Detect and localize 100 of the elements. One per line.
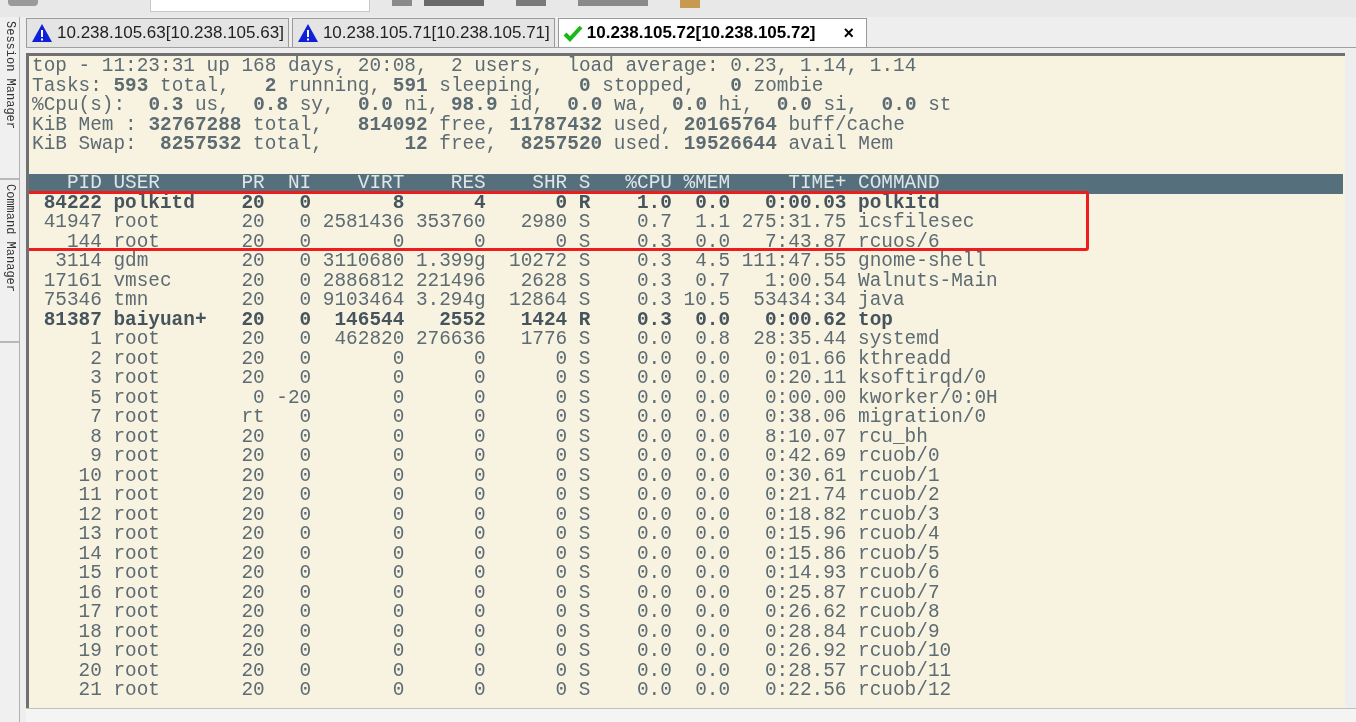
- table-cell-text: root: [113, 583, 161, 603]
- table-cell-text: 13: [77, 525, 102, 545]
- table-cell-text: 8: [89, 427, 102, 447]
- table-cell: gnome-shell: [858, 252, 987, 272]
- table-cell-text: 0: [298, 408, 312, 428]
- table-cell-text: 19: [77, 642, 102, 662]
- table-cell-text: 0: [554, 408, 568, 428]
- table-cell-text: 2886812: [321, 271, 405, 291]
- table-cell-text: 0:00.00: [763, 388, 847, 408]
- session-tab[interactable]: 10.238.105.71[10.238.105.71]: [291, 18, 555, 47]
- table-cell-text: -20: [275, 388, 312, 408]
- table-cell: rcuob/10: [858, 642, 952, 662]
- table-cell-text: 0: [298, 505, 312, 525]
- table-cell-text: 0: [391, 447, 405, 467]
- table-cell-text: 0.0: [636, 583, 672, 603]
- table-cell-text: 0: [298, 642, 312, 662]
- table-cell-text: 0.0: [694, 193, 731, 213]
- side-panel-tab[interactable]: Session Manager: [0, 17, 19, 180]
- table-cell: kthreadd: [858, 349, 952, 369]
- table-cell-text: 0.0: [636, 349, 672, 369]
- table-cell-text: 0.0: [694, 486, 731, 506]
- table-cell-text: 0: [391, 408, 405, 428]
- table-cell-text: 3110680: [321, 252, 405, 272]
- column-header: RES: [449, 174, 486, 194]
- table-cell-text: 28:35.44: [752, 330, 847, 350]
- toolbar-icon[interactable]: [578, 0, 648, 6]
- table-cell-text: 53434:34: [752, 291, 847, 311]
- table-cell-text: 0:15.96: [763, 525, 847, 545]
- table-cell-text: 1776: [519, 330, 568, 350]
- table-cell-text: 20: [240, 505, 265, 525]
- toolbar-icon[interactable]: [392, 0, 412, 6]
- table-cell: icsfilesec: [858, 213, 975, 233]
- table-cell: S: [578, 642, 591, 662]
- toolbar-icon[interactable]: [8, 0, 38, 6]
- table-cell-text: 0: [298, 603, 312, 623]
- table-cell-text: 0: [554, 466, 568, 486]
- toolbar-icon[interactable]: [680, 0, 700, 8]
- toolbar-icon[interactable]: [516, 0, 546, 6]
- table-cell-text: root: [113, 642, 161, 662]
- table-cell-text: 0: [473, 466, 486, 486]
- table-cell: S: [578, 564, 591, 584]
- table-cell-text: 1:00.54: [763, 271, 847, 291]
- table-cell-text: 0.0: [694, 661, 731, 681]
- table-cell-text: 0: [554, 622, 568, 642]
- table-cell-text: 0.0: [636, 486, 672, 506]
- table-cell-text: 0: [554, 583, 568, 603]
- table-cell-text: 0.3: [636, 291, 672, 311]
- table-cell-text: 276636: [414, 330, 486, 350]
- table-cell-text: 0.0: [636, 642, 672, 662]
- table-cell-text: 0: [298, 193, 312, 213]
- table-cell: S: [578, 466, 591, 486]
- table-cell-text: 9103464: [321, 291, 405, 311]
- table-cell-text: 0: [554, 681, 568, 701]
- table-cell-text: 0: [298, 622, 312, 642]
- close-button[interactable]: ×: [843, 19, 855, 47]
- table-cell-text: 3114: [54, 252, 102, 272]
- table-cell-text: 0.7: [694, 271, 731, 291]
- table-cell-text: 0.0: [636, 408, 672, 428]
- table-cell-text: 20: [240, 330, 265, 350]
- table-cell-text: 0: [554, 388, 568, 408]
- table-cell: S: [578, 291, 591, 311]
- table-cell-text: 0: [554, 193, 568, 213]
- table-cell-text: 0: [391, 427, 405, 447]
- table-cell-text: 9: [89, 447, 102, 467]
- session-tab[interactable]: 10.238.105.63[10.238.105.63]: [26, 18, 289, 47]
- session-tab[interactable]: 10.238.105.72[10.238.105.72] ×: [557, 18, 868, 47]
- table-cell-text: 15: [77, 564, 102, 584]
- table-cell-text: rt: [240, 408, 265, 428]
- summary-line: top - 11:23:31 up 168 days, 20:08, 2 users, load average: 0.23, 1.14, 1.14: [32, 57, 918, 77]
- table-cell-text: 221496: [414, 271, 486, 291]
- table-cell-text: 0: [298, 252, 312, 272]
- table-cell-text: 0: [298, 486, 312, 506]
- table-cell-text: 0: [391, 622, 405, 642]
- table-cell-text: tmn: [113, 291, 149, 311]
- table-cell-text: 0.0: [694, 369, 731, 389]
- table-cell-text: 0: [473, 603, 486, 623]
- table-cell: S: [578, 583, 591, 603]
- tab-label: 10.238.105.71[10.238.105.71]: [322, 22, 550, 45]
- table-cell-text: 0: [298, 525, 312, 545]
- table-cell: S: [578, 603, 591, 623]
- table-cell-text: 0: [391, 388, 405, 408]
- table-cell: S: [578, 525, 591, 545]
- table-cell-text: 20: [240, 544, 265, 564]
- table-cell-text: 0: [298, 349, 312, 369]
- table-cell-text: polkitd: [113, 193, 196, 213]
- table-cell: rcuob/8: [858, 603, 940, 623]
- table-cell: top: [858, 310, 893, 330]
- summary-line: KiB Swap: 8257532 total, 12 free, 8257520 used. 19526644 avail Mem: [32, 135, 895, 155]
- column-header: VIRT: [356, 174, 405, 194]
- table-cell: ksoftirqd/0: [858, 369, 987, 389]
- table-cell: R: [578, 310, 591, 330]
- side-panel-tab[interactable]: Command Manager: [0, 180, 19, 343]
- table-cell-text: 4.5: [694, 252, 731, 272]
- table-cell-text: root: [113, 330, 160, 350]
- table-cell-text: 0: [298, 447, 312, 467]
- summary-line: KiB Mem : 32767288 total, 814092 free, 11787432 used, 20165764 buff/cache: [32, 115, 906, 135]
- table-cell-text: 0: [473, 642, 486, 662]
- table-cell-text: 3: [89, 369, 102, 389]
- toolbar-icon[interactable]: [424, 0, 484, 6]
- table-cell-text: 0: [298, 232, 312, 252]
